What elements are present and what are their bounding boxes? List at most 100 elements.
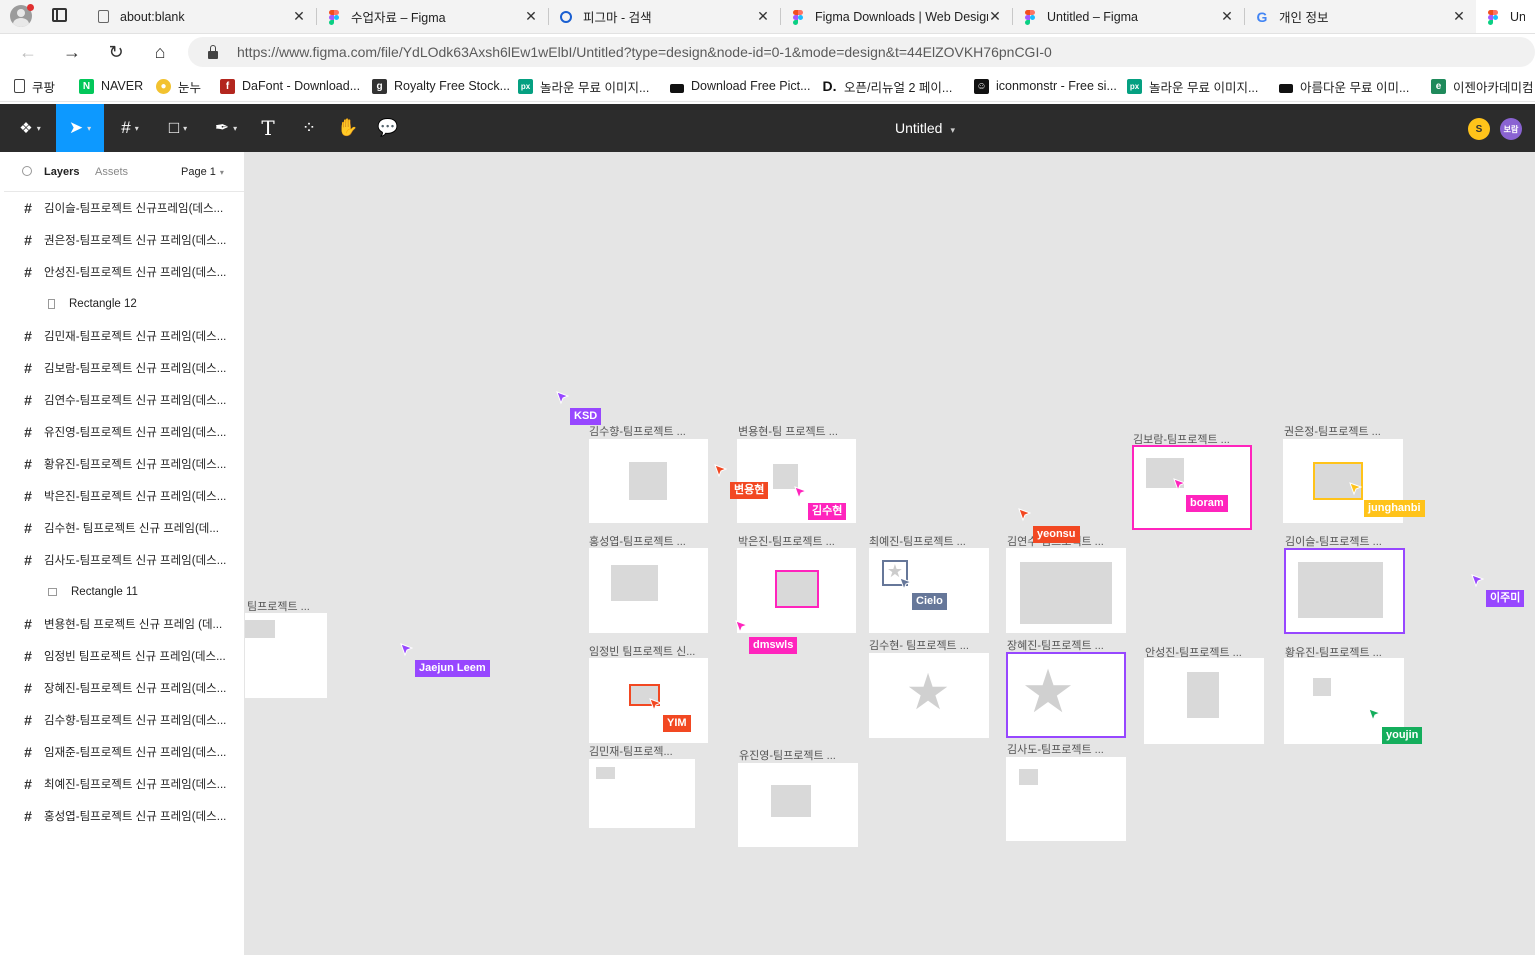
layer-item[interactable]: # 황유진-팀프로젝트 신규 프레임(데스... bbox=[4, 448, 244, 480]
avatar[interactable]: 보람 bbox=[1500, 118, 1522, 140]
layer-item[interactable]: Rectangle 11 bbox=[4, 576, 244, 608]
back-arrow-icon[interactable]: ← bbox=[16, 40, 40, 64]
bookmark-item[interactable]: px 놀라운 무료 이미지... bbox=[518, 77, 649, 95]
star-shape[interactable]: ★ bbox=[903, 667, 953, 717]
layer-item[interactable]: # 김이슬-팀프로젝트 신규프레임(데스... bbox=[4, 192, 244, 224]
forward-arrow-icon[interactable]: → bbox=[60, 40, 84, 64]
rectangle-shape[interactable] bbox=[1019, 769, 1038, 785]
text-tool-button[interactable]: T bbox=[252, 104, 284, 152]
layer-item[interactable]: # 김수향-팀프로젝트 신규 프레임(데스... bbox=[4, 704, 244, 736]
rectangle-shape[interactable] bbox=[629, 462, 667, 500]
close-tab-icon[interactable]: ✕ bbox=[292, 8, 306, 25]
resources-tool-button[interactable]: ⁘ bbox=[292, 104, 326, 152]
frame-label[interactable]: 김민재-팀프로젝... bbox=[589, 743, 673, 759]
browser-tab[interactable]: Untitled – Figma ✕ bbox=[1013, 0, 1244, 33]
hand-tool-button[interactable]: ✋ bbox=[332, 104, 364, 152]
comment-tool-button[interactable]: 💬 bbox=[372, 104, 404, 152]
avatar[interactable]: S bbox=[1468, 118, 1490, 140]
close-tab-icon[interactable]: ✕ bbox=[756, 8, 770, 25]
close-tab-icon[interactable]: ✕ bbox=[524, 8, 538, 25]
frame-label[interactable]: 김수현- 팀프로젝트 ... bbox=[869, 637, 969, 653]
bookmark-item[interactable]: ☺ iconmonstr - Free si... bbox=[974, 77, 1117, 95]
close-tab-icon[interactable]: ✕ bbox=[1452, 8, 1466, 25]
layer-item[interactable]: # 임정빈 팀프로젝트 신규 프레임(데스... bbox=[4, 640, 244, 672]
layer-item[interactable]: # 안성진-팀프로젝트 신규 프레임(데스... bbox=[4, 256, 244, 288]
layer-item[interactable]: # 김사도-팀프로젝트 신규 프레임(데스... bbox=[4, 544, 244, 576]
bookmark-item[interactable]: px 놀라운 무료 이미지... bbox=[1127, 77, 1258, 95]
address-bar[interactable]: https://www.figma.com/file/YdLOdk63Axsh6… bbox=[188, 37, 1535, 67]
rectangle-shape[interactable] bbox=[611, 565, 658, 601]
browser-tab[interactable]: 피그마 - 검색 ✕ bbox=[549, 0, 780, 33]
layer-item[interactable]: # 변용현-팀 프로젝트 신규 프레임 (데... bbox=[4, 608, 244, 640]
frame-label[interactable]: 장혜진-팀프로젝트 ... bbox=[1007, 637, 1104, 653]
browser-tab[interactable]: Figma Downloads | Web Design ✕ bbox=[781, 0, 1012, 33]
layer-item[interactable]: # 최예진-팀프로젝트 신규 프레임(데스... bbox=[4, 768, 244, 800]
browser-tab[interactable]: G 개인 정보 ✕ bbox=[1245, 0, 1476, 33]
tab-assets[interactable]: Assets bbox=[95, 166, 128, 178]
bookmark-item[interactable]: 쿠팡 bbox=[14, 77, 55, 95]
layer-item[interactable]: Rectangle 12 bbox=[4, 288, 244, 320]
frame-tool-button[interactable]: # ▾ bbox=[108, 104, 152, 152]
layer-name: 황유진-팀프로젝트 신규 프레임(데스... bbox=[44, 459, 227, 471]
rectangle-shape[interactable] bbox=[596, 767, 615, 779]
browser-tab[interactable]: about:blank ✕ bbox=[86, 0, 316, 33]
close-tab-icon[interactable]: ✕ bbox=[1220, 8, 1234, 25]
layer-item[interactable]: # 장혜진-팀프로젝트 신규 프레임(데스... bbox=[4, 672, 244, 704]
lock-icon[interactable] bbox=[208, 44, 218, 59]
layer-item[interactable]: # 김연수-팀프로젝트 신규 프레임(데스... bbox=[4, 384, 244, 416]
rectangle-shape[interactable] bbox=[1313, 678, 1331, 696]
frame-label[interactable]: 권은정-팀프로젝트 ... bbox=[1284, 423, 1381, 439]
frame-label[interactable]: 임정빈 팀프로젝트 신... bbox=[589, 643, 695, 659]
layer-item[interactable]: # 권은정-팀프로젝트 신규 프레임(데스... bbox=[4, 224, 244, 256]
bookmark-item[interactable]: N NAVER bbox=[79, 77, 143, 95]
rectangle-shape[interactable] bbox=[1020, 562, 1112, 624]
layer-item[interactable]: # 임재준-팀프로젝트 신규 프레임(데스... bbox=[4, 736, 244, 768]
pen-tool-button[interactable]: ✒ ▾ bbox=[204, 104, 248, 152]
rectangle-shape[interactable] bbox=[245, 620, 275, 638]
design-canvas[interactable]: 팀프로젝트 ... 김수향-팀프로젝트 ... 변용현-팀 프로젝트 ... 김보람-… bbox=[245, 152, 1535, 955]
tab-actions-icon[interactable] bbox=[52, 8, 67, 22]
layer-item[interactable]: # 박은진-팀프로젝트 신규 프레임(데스... bbox=[4, 480, 244, 512]
close-tab-icon[interactable]: ✕ bbox=[988, 8, 1002, 25]
page-selector[interactable]: Page 1 ▾ bbox=[181, 166, 224, 178]
bookmark-item[interactable]: e 이젠아카데미컴 bbox=[1431, 77, 1534, 95]
rectangle-icon bbox=[48, 299, 55, 309]
home-icon[interactable]: ⌂ bbox=[148, 40, 172, 64]
frame-label[interactable]: 박은진-팀프로젝트 ... bbox=[738, 533, 835, 549]
tab-layers[interactable]: Layers bbox=[44, 166, 79, 178]
shape-tool-button[interactable]: □ ▾ bbox=[156, 104, 200, 152]
bookmark-item[interactable]: g Royalty Free Stock... bbox=[372, 77, 510, 95]
frame-label[interactable]: 홍성엽-팀프로젝트 ... bbox=[589, 533, 686, 549]
frame-label[interactable]: 변용현-팀 프로젝트 ... bbox=[738, 423, 838, 439]
bookmark-item[interactable]: f DaFont - Download... bbox=[220, 77, 360, 95]
layer-item[interactable]: # 김수현- 팀프로젝트 신규 프레임(데... bbox=[4, 512, 244, 544]
frame-label[interactable]: 김수향-팀프로젝트 ... bbox=[589, 423, 686, 439]
layer-item[interactable]: # 김보람-팀프로젝트 신규 프레임(데스... bbox=[4, 352, 244, 384]
frame-label[interactable]: 김사도-팀프로젝트 ... bbox=[1007, 741, 1104, 757]
search-icon[interactable] bbox=[22, 166, 32, 176]
layer-item[interactable]: # 홍성엽-팀프로젝트 신규 프레임(데스... bbox=[4, 800, 244, 832]
frame-label[interactable]: 유진영-팀프로젝트 ... bbox=[739, 747, 836, 763]
layer-item[interactable]: # 김민재-팀프로젝트 신규 프레임(데스... bbox=[4, 320, 244, 352]
star-shape[interactable]: ★ bbox=[1018, 662, 1078, 722]
frame-label[interactable]: 최예진-팀프로젝트 ... bbox=[869, 533, 966, 549]
url-text[interactable]: https://www.figma.com/file/YdLOdk63Axsh6… bbox=[237, 44, 1052, 60]
rectangle-shape[interactable] bbox=[775, 570, 819, 608]
main-menu-button[interactable]: ❖ ▾ bbox=[10, 104, 50, 152]
frame-label[interactable]: 김이슬-팀프로젝트 ... bbox=[1285, 533, 1382, 549]
layer-item[interactable]: # 유진영-팀프로젝트 신규 프레임(데스... bbox=[4, 416, 244, 448]
rectangle-shape[interactable] bbox=[1298, 562, 1383, 618]
file-title-button[interactable]: Untitled ▾ bbox=[895, 104, 955, 152]
frame-label[interactable]: 팀프로젝트 ... bbox=[247, 598, 310, 614]
rectangle-shape[interactable] bbox=[771, 785, 811, 817]
bookmark-item[interactable]: ● 눈누 bbox=[156, 77, 201, 95]
bookmark-item[interactable]: 아름다운 무료 이미... bbox=[1279, 77, 1409, 95]
bookmark-item[interactable]: D. 오픈/리뉴얼 2 페이... bbox=[822, 77, 953, 95]
refresh-icon[interactable]: ↻ bbox=[104, 40, 128, 64]
move-tool-button[interactable]: ➤ ▾ bbox=[56, 104, 104, 152]
browser-tab[interactable]: 수업자료 – Figma ✕ bbox=[317, 0, 548, 33]
browser-tab-active[interactable]: Unti bbox=[1476, 0, 1535, 33]
rectangle-shape[interactable] bbox=[1187, 672, 1219, 718]
bookmark-item[interactable]: Download Free Pict... bbox=[670, 77, 811, 95]
layer-name: 박은진-팀프로젝트 신규 프레임(데스... bbox=[44, 491, 227, 503]
